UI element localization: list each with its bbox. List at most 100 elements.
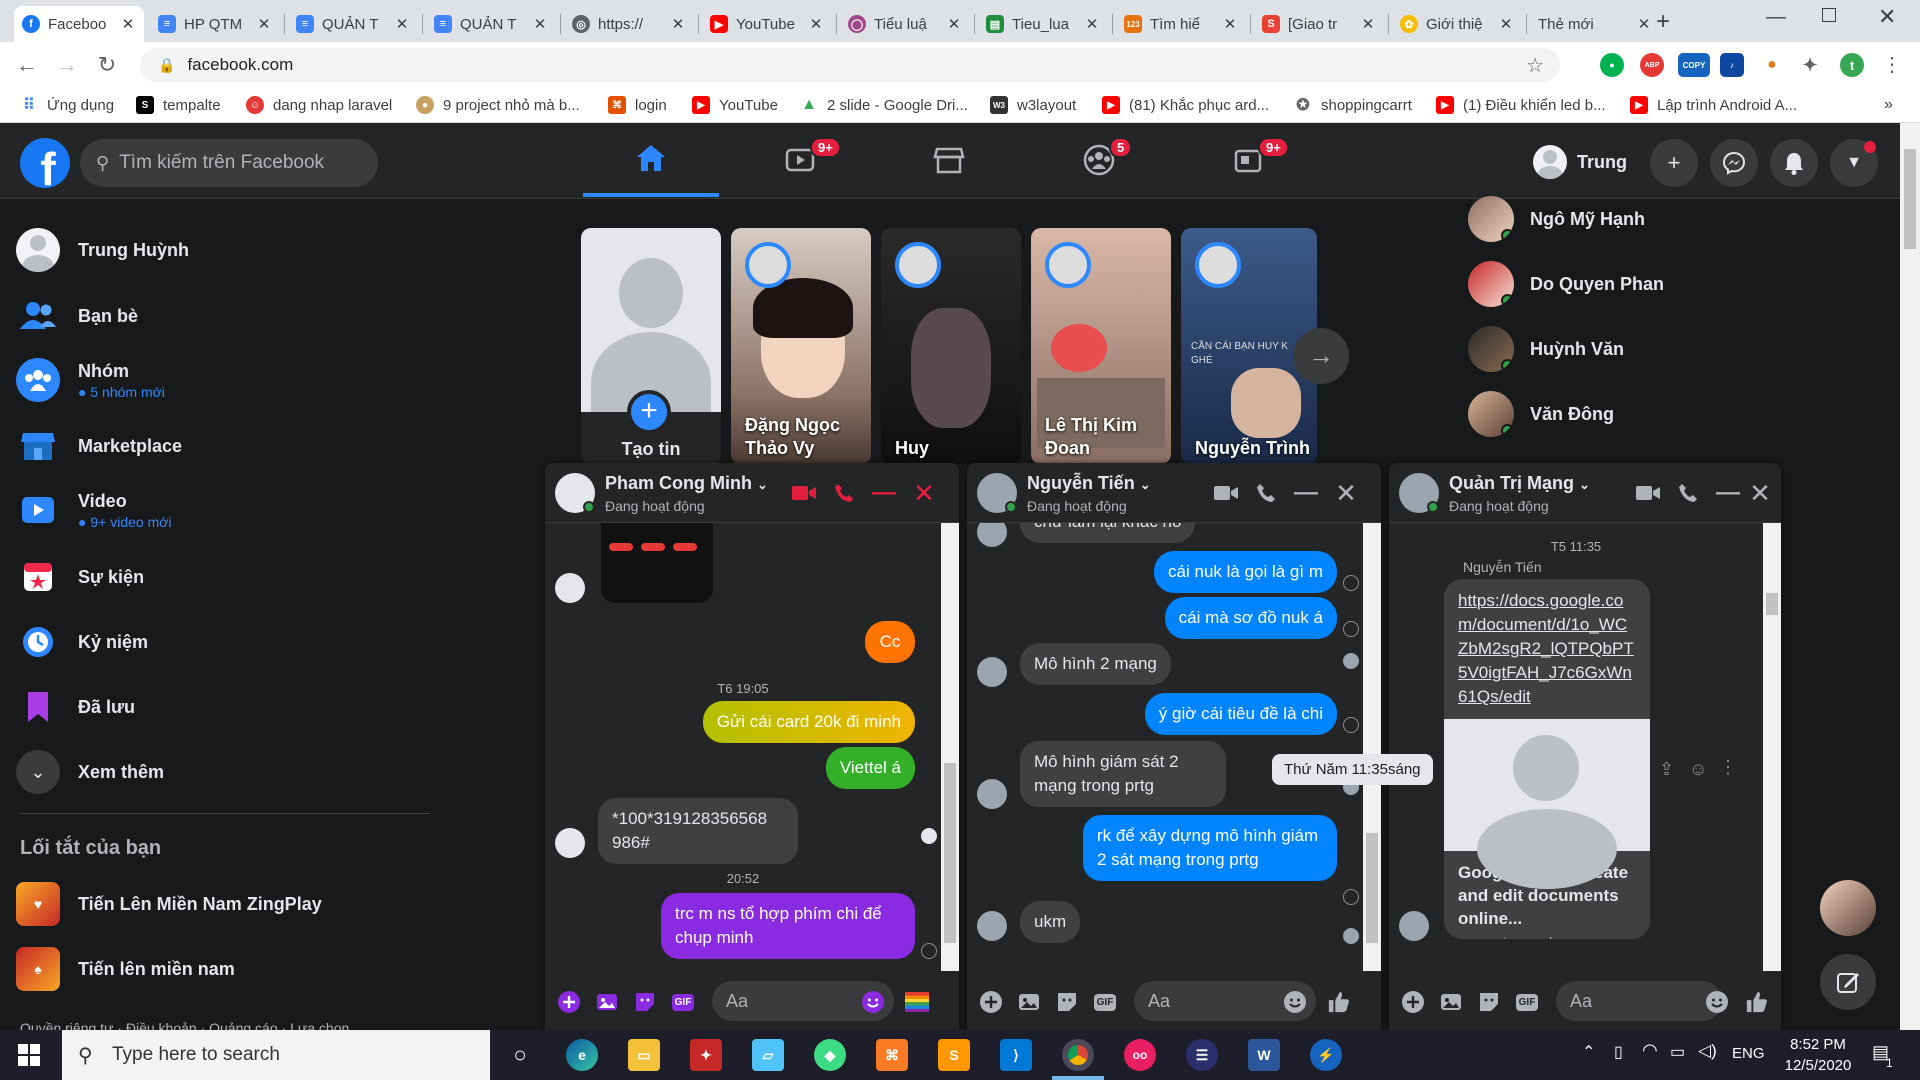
contact-van-dong[interactable]: Văn Đông: [1468, 391, 1614, 437]
contact-huynh-van[interactable]: Huỳnh Văn: [1468, 326, 1624, 372]
add-story-plus-icon[interactable]: +: [627, 390, 671, 434]
sidebar-item-profile[interactable]: Trung Huỳnh: [16, 228, 189, 272]
tab-tieu-lua-doc[interactable]: ▤ Tieu_lua ✕: [978, 6, 1108, 42]
close-tab-icon[interactable]: ✕: [1498, 15, 1514, 33]
add-plus-icon[interactable]: [979, 990, 1003, 1014]
close-tab-icon[interactable]: ✕: [946, 15, 962, 33]
profile-shortcut[interactable]: Trung: [1533, 141, 1627, 183]
windows-start-icon[interactable]: [18, 1044, 40, 1071]
thumbs-up-icon[interactable]: [1745, 990, 1769, 1014]
new-message-button[interactable]: [1820, 954, 1876, 1010]
nav-gaming[interactable]: 9+: [1180, 123, 1316, 197]
story-le-thi-kim-doan[interactable]: Lê Thị Kim Đoan: [1031, 228, 1171, 464]
photo-icon[interactable]: [1017, 990, 1041, 1014]
bookmark-laravel[interactable]: ☺ dang nhap laravel: [246, 95, 392, 115]
address-bar[interactable]: 🔒 facebook.com ☆: [140, 48, 1560, 82]
chat-scrollbar[interactable]: [1763, 523, 1781, 971]
puzzle-extensions-icon[interactable]: ✦: [1798, 53, 1822, 77]
phone-call-icon[interactable]: [1675, 480, 1701, 506]
chat-header[interactable]: Nguyễn Tiến ⌄ Đang hoạt động — ✕: [967, 463, 1381, 523]
more-bookmarks-icon[interactable]: »: [1884, 95, 1893, 115]
bookmark-shoppingcart[interactable]: ✪ shoppingcarrt: [1294, 95, 1412, 115]
profile-avatar[interactable]: t: [1840, 53, 1864, 77]
close-tab-icon[interactable]: ✕: [808, 15, 824, 33]
video-call-icon[interactable]: [1635, 480, 1661, 506]
chat-head-avatar[interactable]: [1820, 880, 1876, 936]
sticker-icon[interactable]: [1055, 990, 1079, 1014]
chrome-icon[interactable]: [1062, 1039, 1094, 1071]
footer-links[interactable]: Quyền riêng tư · Điều khoản · Quảng cáo …: [20, 1020, 349, 1030]
create-plus-button[interactable]: +: [1650, 139, 1698, 187]
account-menu-button[interactable]: ▼: [1830, 139, 1878, 187]
share-icon[interactable]: ⇪: [1659, 759, 1674, 780]
add-plus-icon[interactable]: [1401, 990, 1425, 1014]
bookmark-tempalte[interactable]: Stempalte: [136, 95, 221, 115]
system-clock[interactable]: 8:52 PM 12/5/2020: [1778, 1034, 1858, 1076]
minimize-chat-icon[interactable]: —: [1293, 479, 1319, 506]
task-view-icon[interactable]: ○: [504, 1039, 536, 1071]
emoji-icon[interactable]: [1283, 990, 1307, 1014]
story-dang-ngoc-thao-vy[interactable]: Đặng Ngọc Thảo Vy: [731, 228, 871, 464]
cookie-extension-icon[interactable]: ●: [1760, 53, 1784, 77]
tab-new[interactable]: Thẻ mới ✕: [1530, 6, 1660, 42]
sidebar-item-memories[interactable]: Kỷ niệm: [16, 620, 148, 664]
copy-extension-icon[interactable]: COPY: [1678, 53, 1710, 77]
story-create[interactable]: + Tạo tin: [581, 228, 721, 464]
tab-hp-qtm[interactable]: ≡ HP QTM ✕: [150, 6, 280, 42]
sidebar-item-video[interactable]: Video ● 9+ video mới: [16, 488, 172, 532]
page-scrollbar[interactable]: [1900, 123, 1920, 1030]
language-indicator[interactable]: ENG: [1732, 1045, 1765, 1062]
minimize-chat-icon[interactable]: —: [1715, 479, 1741, 506]
close-chat-icon[interactable]: ✕: [1333, 478, 1359, 508]
messenger-button[interactable]: [1710, 139, 1758, 187]
close-tab-icon[interactable]: ✕: [1084, 15, 1100, 33]
sidebar-item-events[interactable]: Sự kiện: [16, 555, 144, 599]
rainbow-flag-emoji-icon[interactable]: [905, 990, 929, 1014]
wifi-icon[interactable]: ◠: [1642, 1040, 1658, 1061]
close-tab-icon[interactable]: ✕: [670, 15, 686, 33]
bookmark-khac-phuc[interactable]: ▶ (81) Khắc phục ard...: [1102, 95, 1269, 115]
story-huy[interactable]: Huy: [881, 228, 1021, 464]
bookmark-star-icon[interactable]: ☆: [1526, 53, 1544, 78]
emoji-icon[interactable]: [861, 990, 885, 1014]
phone-call-icon[interactable]: [1253, 480, 1279, 506]
contact-do-quyen-phan[interactable]: Do Quyen Phan: [1468, 261, 1664, 307]
close-tab-icon[interactable]: ✕: [1360, 15, 1376, 33]
maximize-window-icon[interactable]: [1822, 8, 1836, 22]
bookmark-9-project[interactable]: ● 9 project nhỏ mà b...: [416, 95, 580, 115]
show-hidden-icons[interactable]: ⌃: [1582, 1042, 1595, 1062]
close-tab-icon[interactable]: ✕: [256, 15, 272, 33]
eclipse-icon[interactable]: ☰: [1186, 1039, 1218, 1071]
sidebar-item-see-more[interactable]: ⌄ Xem thêm: [16, 750, 164, 794]
bookmark-google-drive[interactable]: ▲ 2 slide - Google Dri...: [800, 95, 968, 115]
notifications-button[interactable]: [1770, 139, 1818, 187]
bookmark-lap-trinh-android[interactable]: ▶ Lập trình Android A...: [1630, 95, 1797, 115]
close-chat-icon[interactable]: ✕: [911, 478, 937, 508]
reload-icon[interactable]: ↻: [92, 50, 122, 80]
chat-header[interactable]: Pham Cong Minh ⌄ Đang hoạt động — ✕: [545, 463, 959, 523]
volume-icon[interactable]: ◁): [1698, 1041, 1717, 1061]
game-app-icon[interactable]: ✦: [690, 1039, 722, 1071]
messenger-app-icon[interactable]: ⚡: [1310, 1039, 1342, 1071]
sidebar-item-marketplace[interactable]: Marketplace: [16, 424, 182, 468]
tab-tim-hieu[interactable]: 123 Tìm hiể ✕: [1116, 6, 1246, 42]
gif-icon[interactable]: GIF: [1515, 990, 1539, 1014]
close-tab-icon[interactable]: ✕: [1222, 15, 1238, 33]
edge-browser-icon[interactable]: e: [566, 1039, 598, 1071]
chat-header[interactable]: Quản Trị Mạng ⌄ Đang hoạt động — ✕: [1389, 463, 1781, 523]
tab-facebook[interactable]: f Faceboo ✕: [14, 6, 144, 42]
tab-gioi-thieu[interactable]: ✿ Giới thiệ ✕: [1392, 6, 1522, 42]
video-call-icon[interactable]: [1213, 480, 1239, 506]
contact-ngo-my-hanh[interactable]: Ngô Mỹ Hạnh: [1468, 196, 1645, 242]
close-tab-icon[interactable]: ✕: [120, 15, 136, 33]
tab-quan-tri-2[interactable]: ≡ QUẢN T ✕: [426, 6, 556, 42]
word-icon[interactable]: W: [1248, 1039, 1280, 1071]
photo-icon[interactable]: [595, 990, 619, 1014]
gif-icon[interactable]: GIF: [1093, 990, 1117, 1014]
close-tab-icon[interactable]: ✕: [394, 15, 410, 33]
close-tab-icon[interactable]: ✕: [532, 15, 548, 33]
nav-home[interactable]: [583, 123, 719, 197]
minimize-chat-icon[interactable]: —: [871, 479, 897, 506]
close-chat-icon[interactable]: ✕: [1747, 478, 1773, 508]
react-emoji-icon[interactable]: ☺: [1689, 759, 1707, 780]
